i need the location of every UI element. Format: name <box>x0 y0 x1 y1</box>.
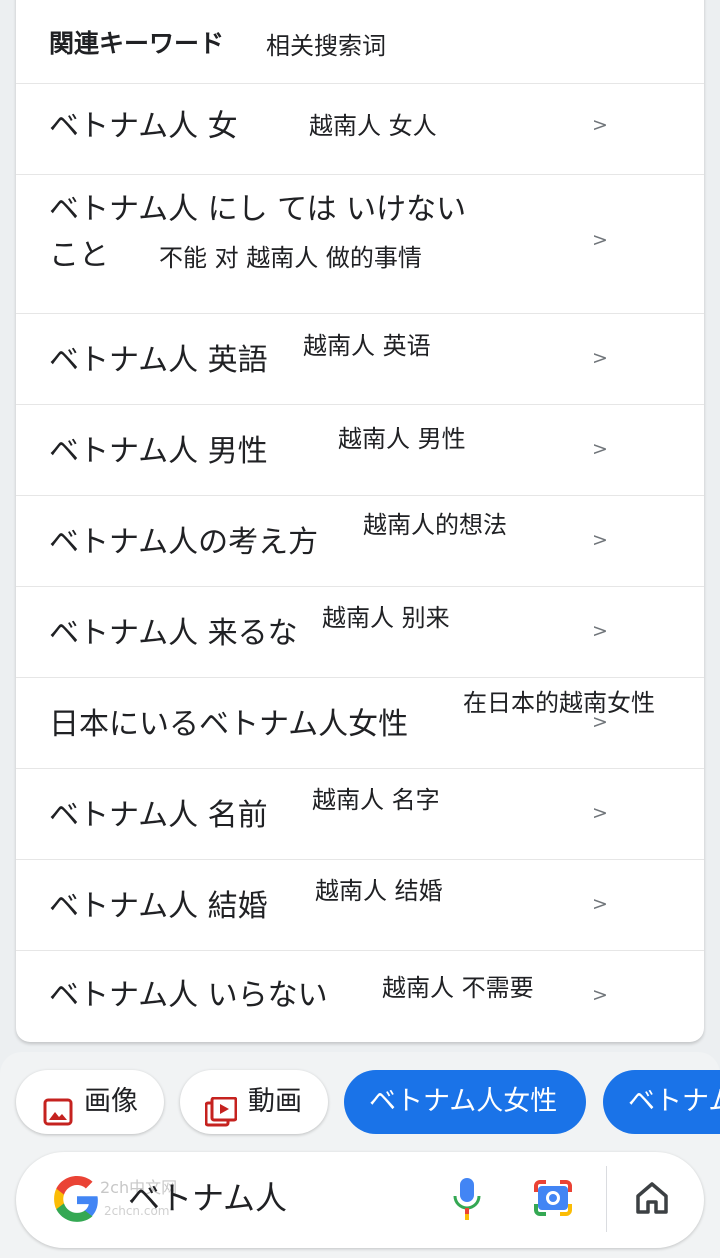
video-icon <box>204 1087 238 1134</box>
chevron-right-icon: > <box>592 347 608 369</box>
search-bar-divider <box>606 1166 607 1232</box>
lens-icon[interactable] <box>532 1178 574 1222</box>
chevron-right-icon: > <box>592 438 608 460</box>
chip-suggestion-1-label: ベトナム人女性 <box>369 1086 558 1117</box>
related-keyword-note: 越南人 结婚 <box>315 877 443 905</box>
related-keyword-item[interactable]: 日本にいるベトナム人女性 > 在日本的越南女性 <box>16 677 704 769</box>
chevron-right-icon: > <box>592 114 608 136</box>
search-bar[interactable]: 2ch中文网 2chcn.com ベトナム人 <box>16 1152 704 1248</box>
chip-images-label: 画像 <box>84 1086 138 1117</box>
related-keyword-item[interactable]: ベトナム人 女 越南人 女人 > <box>16 83 704 175</box>
chevron-right-icon: > <box>592 620 608 642</box>
related-keywords-card: 関連キーワード 相关搜索词 ベトナム人 女 越南人 女人 > ベトナム人 にし … <box>16 0 704 1042</box>
related-keyword-note: 越南人 名字 <box>312 786 440 814</box>
related-keyword-text: ベトナム人 来るな <box>49 616 298 651</box>
home-icon[interactable] <box>634 1180 670 1220</box>
related-keyword-text: ベトナム人 にし ては いけない <box>49 192 467 227</box>
related-keywords-header: 関連キーワード 相关搜索词 <box>16 0 704 84</box>
mic-icon[interactable] <box>452 1176 482 1226</box>
chip-videos-label: 動画 <box>248 1086 302 1117</box>
related-keyword-note: 越南人 不需要 <box>382 974 534 1002</box>
related-keyword-item[interactable]: ベトナム人の考え方 越南人的想法 > <box>16 495 704 587</box>
related-keyword-item[interactable]: ベトナム人 結婚 越南人 结婚 > <box>16 859 704 951</box>
chip-suggestion-1[interactable]: ベトナム人女性 <box>344 1070 586 1134</box>
related-keyword-note: 越南人 男性 <box>338 425 466 453</box>
chevron-right-icon: > <box>592 984 608 1006</box>
search-query[interactable]: ベトナム人 <box>128 1178 287 1218</box>
related-keyword-note: 越南人 女人 <box>309 112 437 140</box>
chip-suggestion-2-label: ベトナム <box>628 1086 720 1117</box>
related-keyword-text: ベトナム人 英語 <box>49 343 268 378</box>
related-keywords-title: 関連キーワード <box>49 29 225 58</box>
related-keyword-text: ベトナム人 女 <box>49 109 238 144</box>
related-keyword-text: 日本にいるベトナム人女性 <box>49 707 409 742</box>
related-keyword-text: ベトナム人 いらない <box>49 978 328 1013</box>
image-icon <box>43 1087 73 1134</box>
related-keyword-note: 越南人 英语 <box>303 332 431 360</box>
related-keyword-note: 不能 对 越南人 做的事情 <box>159 244 422 272</box>
chevron-right-icon: > <box>592 802 608 824</box>
related-keyword-text: ベトナム人 結婚 <box>49 889 268 924</box>
related-keyword-item[interactable]: ベトナム人 英語 越南人 英语 > <box>16 313 704 405</box>
related-keyword-text: ベトナム人の考え方 <box>49 525 319 560</box>
related-keyword-item[interactable]: ベトナム人 男性 越南人 男性 > <box>16 404 704 496</box>
chip-images[interactable]: 画像 <box>16 1070 164 1134</box>
related-keyword-item[interactable]: ベトナム人 来るな 越南人 别来 > <box>16 586 704 678</box>
chevron-right-icon: > <box>592 229 608 251</box>
related-keyword-item[interactable]: ベトナム人 名前 越南人 名字 > <box>16 768 704 860</box>
related-keyword-note: 越南人 别来 <box>322 604 450 632</box>
google-logo-icon <box>52 1175 102 1229</box>
chip-videos[interactable]: 動画 <box>180 1070 328 1134</box>
related-keyword-text: ベトナム人 男性 <box>49 434 268 469</box>
related-keyword-text: ベトナム人 名前 <box>49 798 268 833</box>
related-keyword-item[interactable]: ベトナム人 いらない 越南人 不需要 > <box>16 950 704 1041</box>
related-keyword-item[interactable]: ベトナム人 にし ては いけない こと 不能 对 越南人 做的事情 > <box>16 174 704 314</box>
related-keyword-note: 在日本的越南女性 <box>463 689 655 717</box>
related-keyword-note: 越南人的想法 <box>363 511 507 539</box>
chevron-right-icon: > <box>592 529 608 551</box>
related-keywords-title-note: 相关搜索词 <box>266 32 386 60</box>
related-keyword-text-line2: こと <box>49 238 109 273</box>
chevron-right-icon: > <box>592 893 608 915</box>
chip-suggestion-2[interactable]: ベトナム <box>603 1070 720 1134</box>
